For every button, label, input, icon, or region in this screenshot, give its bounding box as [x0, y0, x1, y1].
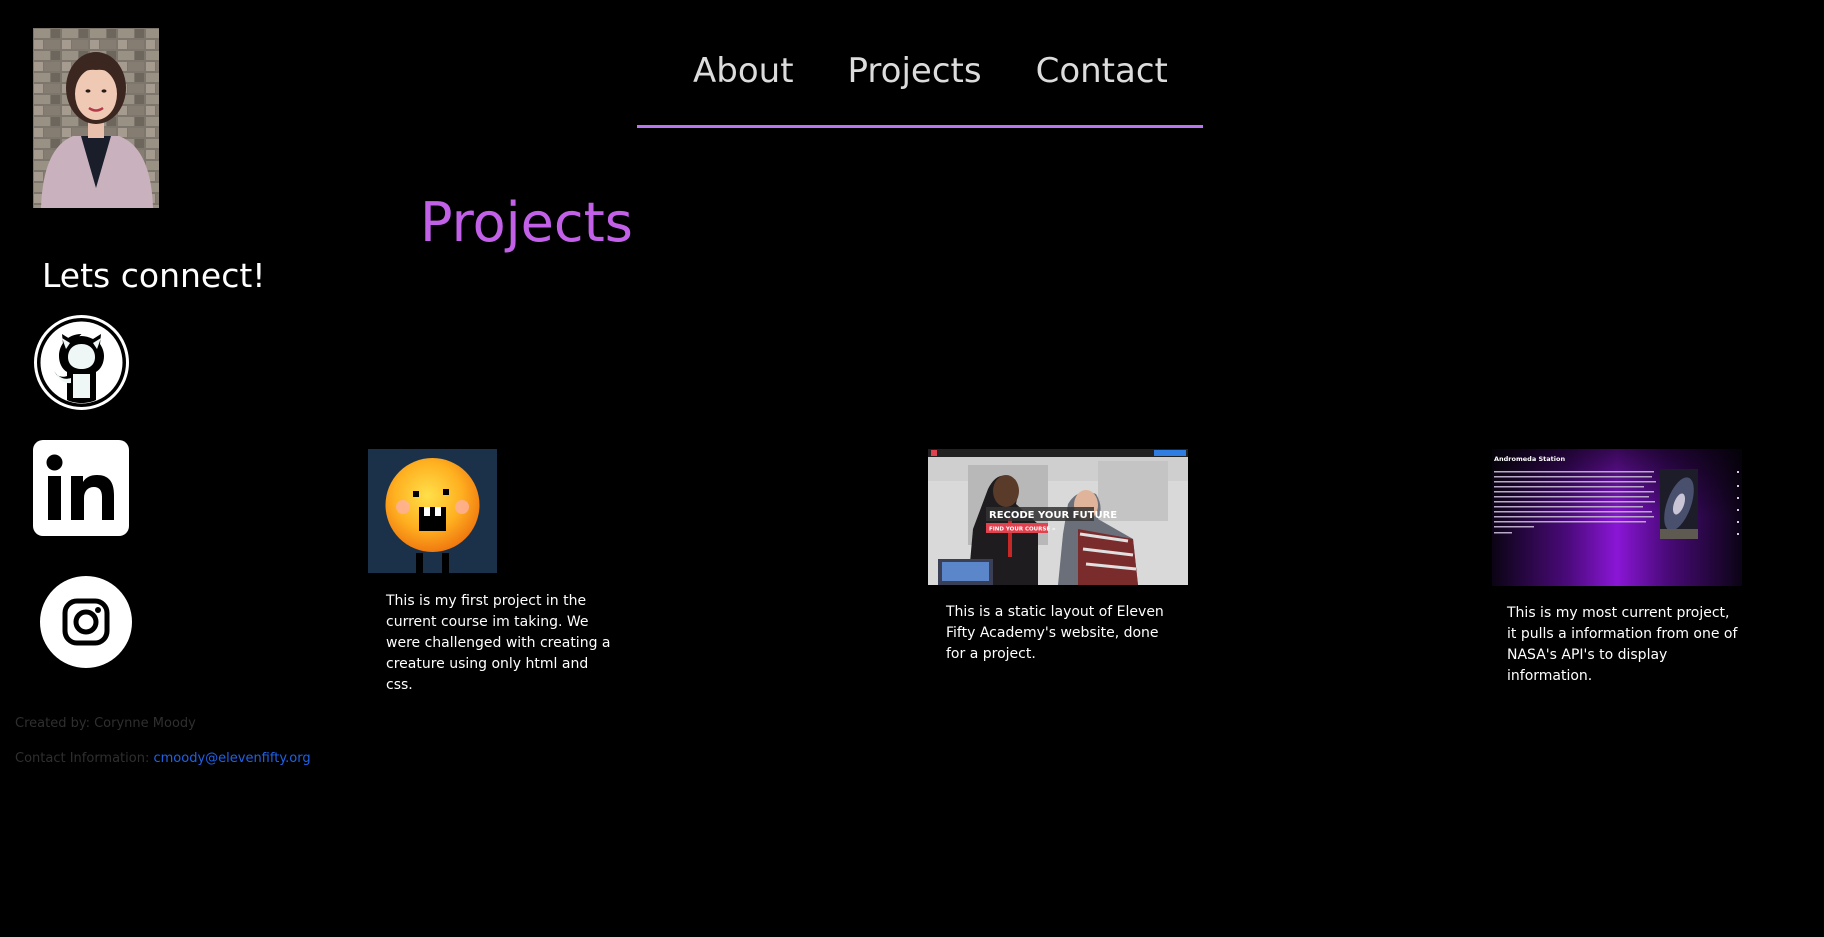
instagram-icon: [40, 576, 132, 668]
project-description: This is a static layout of Eleven Fifty …: [946, 604, 1164, 662]
profile-photo-image: [33, 28, 159, 208]
github-link[interactable]: [33, 314, 130, 411]
andromeda-station-thumbnail[interactable]: Andromeda Station: [1492, 449, 1742, 586]
linkedin-icon: [33, 440, 129, 536]
footer-email-link[interactable]: cmoody@elevenfifty.org: [153, 751, 310, 766]
github-icon: [34, 315, 129, 410]
project-description: This is my first project in the current …: [386, 593, 611, 693]
creature-thumbnail[interactable]: [368, 449, 497, 573]
footer-contact: Contact Information: cmoody@elevenfifty.…: [15, 751, 311, 766]
project-card-eleven-fifty: RECODE YOUR FUTURE FIND YOUR COURSE » Th…: [928, 449, 1198, 665]
eleven-fifty-thumbnail[interactable]: RECODE YOUR FUTURE FIND YOUR COURSE »: [928, 449, 1188, 585]
portfolio-page: Lets connect! About Projects Contact Pro…: [0, 0, 1824, 937]
project-description: This is my most current project, it pull…: [1507, 605, 1738, 684]
page-title: Projects: [420, 191, 633, 254]
project-card-andromeda: Andromeda Station This is my most curren…: [1492, 449, 1754, 687]
main-nav: About Projects Contact: [637, 0, 1203, 128]
instagram-link[interactable]: [39, 575, 133, 669]
connect-heading: Lets connect!: [42, 256, 266, 295]
banner-button-text: FIND YOUR COURSE »: [989, 527, 1056, 533]
nav-link-contact[interactable]: Contact: [1036, 54, 1168, 88]
linkedin-link[interactable]: [33, 440, 129, 536]
creature-image: [368, 449, 497, 573]
nav-link-projects[interactable]: Projects: [848, 54, 982, 88]
andromeda-station-image: Andromeda Station: [1492, 449, 1742, 586]
profile-photo: [33, 28, 159, 208]
nav-links: About Projects Contact: [693, 54, 1168, 88]
project-card-creature: This is my first project in the current …: [368, 449, 618, 696]
eleven-fifty-image: RECODE YOUR FUTURE FIND YOUR COURSE »: [928, 449, 1188, 585]
andromeda-site-title: Andromeda Station: [1494, 455, 1565, 463]
footer-contact-label: Contact Information:: [15, 751, 150, 766]
nav-link-about[interactable]: About: [693, 54, 794, 88]
footer-credit: Created by: Corynne Moody: [15, 716, 196, 731]
banner-text: RECODE YOUR FUTURE: [989, 510, 1117, 521]
